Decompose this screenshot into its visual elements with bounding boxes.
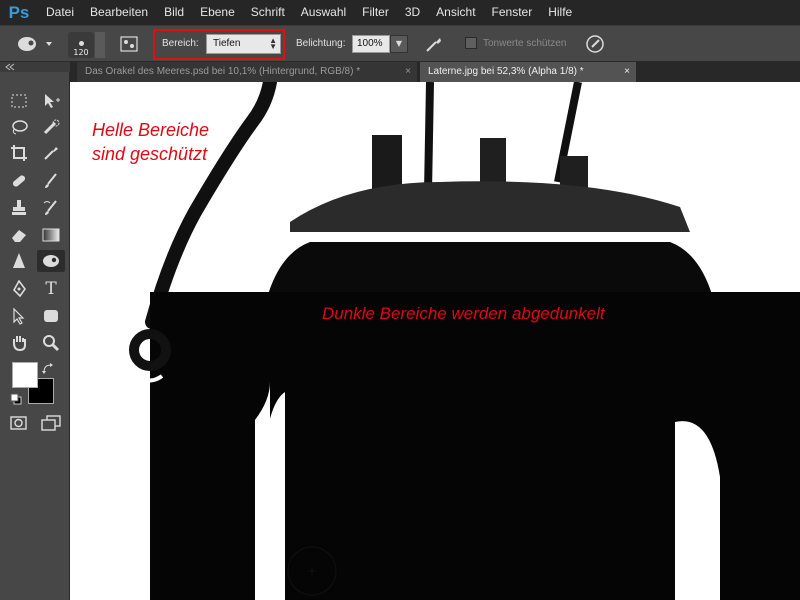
quick-mask-icon[interactable] (5, 412, 33, 434)
protect-tones-label: Tonwerte schützen (483, 38, 567, 49)
menu-fenster[interactable]: Fenster (484, 0, 541, 25)
eyedropper-icon[interactable] (37, 142, 65, 164)
history-brush-icon[interactable] (37, 197, 65, 219)
options-bar: 120 Bereich: Tiefen ▲ ▼ Belichtung: 100% … (0, 25, 800, 62)
document-tab-bar: Das Orakel des Meeres.psd bei 10,1% (Hin… (70, 62, 800, 82)
exposure-label: Belichtung: (296, 38, 346, 49)
screen-mode-icon[interactable] (37, 412, 65, 434)
swap-colors-icon[interactable] (42, 360, 54, 379)
range-select[interactable]: Tiefen ▲ ▼ (206, 34, 281, 54)
tab-orakel-des-meeres[interactable]: Das Orakel des Meeres.psd bei 10,1% (Hin… (77, 62, 417, 82)
move-icon[interactable] (37, 90, 65, 112)
tab-label: Das Orakel des Meeres.psd bei 10,1% (Hin… (85, 66, 361, 77)
shape-icon[interactable] (37, 305, 65, 327)
select-arrows-icon: ▲ ▼ (269, 36, 277, 51)
type-icon[interactable]: T (37, 278, 65, 300)
collapse-panel-icon (5, 63, 15, 71)
menu-filter[interactable]: Filter (354, 0, 397, 25)
hand-icon[interactable] (5, 332, 33, 354)
clone-stamp-icon[interactable] (5, 197, 33, 219)
menu-items: Datei Bearbeiten Bild Ebene Schrift Ausw… (38, 0, 580, 25)
eraser-icon[interactable] (5, 224, 33, 246)
menu-auswahl[interactable]: Auswahl (293, 0, 354, 25)
photoshop-logo: Ps (8, 2, 30, 22)
crop-icon[interactable] (5, 142, 33, 164)
burn-tool-preset-icon[interactable] (14, 34, 52, 58)
menu-bearbeiten[interactable]: Bearbeiten (82, 0, 156, 25)
pen-icon[interactable] (5, 278, 33, 300)
tab-label: Laterne.jpg bei 52,3% (Alpha 1/8) * (428, 66, 584, 77)
bright-caption-line1: Helle Bereiche (92, 120, 210, 140)
menu-bar: Ps Datei Bearbeiten Bild Ebene Schrift A… (0, 0, 800, 25)
exposure-input[interactable]: 100% (352, 35, 390, 53)
menu-3d[interactable]: 3D (397, 0, 428, 25)
menu-hilfe[interactable]: Hilfe (540, 0, 580, 25)
brush-preset-picker[interactable]: 120 (68, 32, 94, 58)
menu-schrift[interactable]: Schrift (243, 0, 293, 25)
quick-selection-icon[interactable] (37, 116, 65, 138)
tools-panel: T (0, 62, 70, 600)
zoom-icon[interactable] (37, 332, 65, 354)
protect-tones-checkbox[interactable] (465, 37, 477, 49)
range-label: Bereich: (162, 38, 199, 49)
range-select-value: Tiefen (213, 38, 241, 49)
menu-ansicht[interactable]: Ansicht (428, 0, 483, 25)
foreground-color-swatch[interactable] (12, 362, 38, 388)
gradient-icon[interactable] (37, 224, 65, 246)
default-colors-icon[interactable] (10, 390, 22, 409)
document-canvas[interactable]: Helle Bereiche sind geschützt Dunkle Ber… (70, 82, 800, 600)
airbrush-icon[interactable] (424, 34, 444, 58)
pressure-size-icon[interactable] (584, 33, 606, 59)
healing-brush-icon[interactable] (5, 170, 33, 192)
menu-datei[interactable]: Datei (38, 0, 82, 25)
brush-tip-icon (78, 41, 84, 46)
tools-panel-header[interactable] (0, 62, 70, 72)
blur-icon[interactable] (5, 250, 33, 272)
bright-caption-line2: sind geschützt (92, 144, 208, 164)
dark-areas-caption: Dunkle Bereiche werden abgedunkelt (322, 304, 605, 323)
path-selection-icon[interactable] (5, 305, 33, 327)
brush-picker-dropdown[interactable] (95, 32, 105, 58)
close-icon[interactable]: × (405, 62, 411, 82)
menu-bild[interactable]: Bild (156, 0, 192, 25)
brush-icon[interactable] (37, 170, 65, 192)
marquee-icon[interactable] (5, 90, 33, 112)
close-icon[interactable]: × (624, 62, 630, 82)
exposure-dropdown-icon[interactable]: ▼ (390, 35, 408, 53)
bright-areas-caption: Helle Bereiche sind geschützt (92, 118, 209, 166)
tab-laterne[interactable]: Laterne.jpg bei 52,3% (Alpha 1/8) * × (420, 62, 636, 82)
lasso-icon[interactable] (5, 116, 33, 138)
burn-sponge-icon[interactable] (37, 250, 65, 272)
menu-ebene[interactable]: Ebene (192, 0, 243, 25)
brush-panel-toggle-icon[interactable] (120, 36, 138, 56)
brush-size-value: 120 (73, 48, 89, 57)
